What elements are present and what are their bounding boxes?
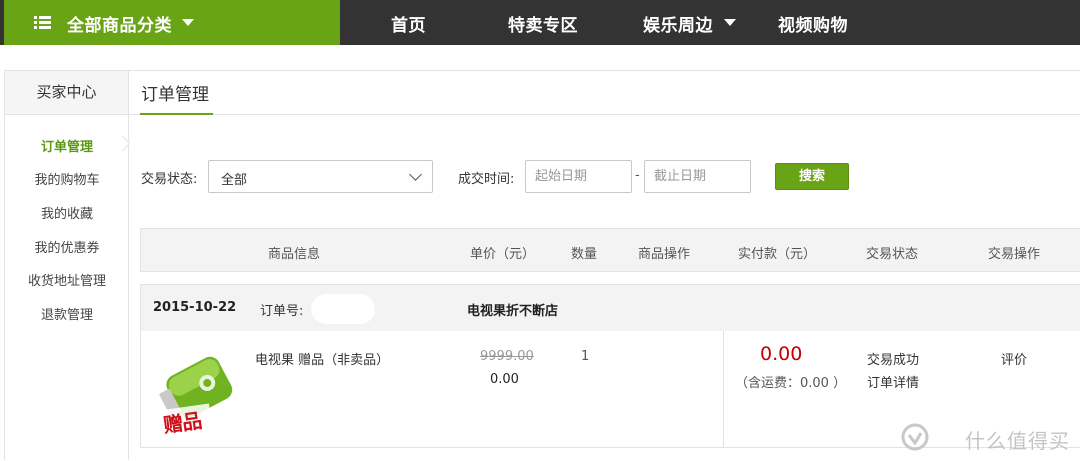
menu-icon	[34, 16, 51, 30]
watermark-text: 什么值得买	[965, 429, 1070, 453]
time-filter-label: 成交时间:	[458, 172, 515, 187]
title-divider	[129, 114, 1080, 115]
sidebar-title: 买家中心	[5, 71, 128, 115]
all-categories-label: 全部商品分类	[67, 16, 172, 36]
chevron-down-icon	[182, 19, 194, 26]
col-trade-actions: 交易操作	[988, 247, 1041, 262]
sidebar-item-addresses[interactable]: 收货地址管理	[5, 270, 129, 289]
product-thumbnail[interactable]: 赠品	[155, 345, 243, 437]
status-filter-label: 交易状态:	[141, 172, 198, 187]
order-management-panel: 订单管理 交易状态: 全部 成交时间: - 搜索 商品信息 单价（元） 数量 商…	[129, 70, 1080, 461]
product-name[interactable]: 电视果 赠品（非卖品）	[255, 349, 389, 368]
order-detail-link[interactable]: 订单详情	[867, 372, 919, 391]
top-nav-bar: 全部商品分类 首页 特卖专区 娱乐周边 视频购物	[0, 0, 1080, 45]
trade-status: 交易成功	[867, 353, 920, 368]
status-select-value: 全部	[221, 173, 248, 188]
chevron-down-icon[interactable]	[724, 19, 736, 26]
sidebar-item-coupons[interactable]: 我的优惠券	[5, 237, 129, 256]
buyer-center-sidebar: 买家中心 订单管理 我的购物车 我的收藏 我的优惠券 收货地址管理 退款管理	[4, 70, 129, 460]
sidebar-item-favorites[interactable]: 我的收藏	[5, 203, 129, 222]
title-underline	[140, 113, 213, 115]
status-select[interactable]: 全部	[208, 160, 433, 193]
gift-stamp: 赠品	[161, 408, 203, 437]
order-number-label: 订单号:	[260, 304, 304, 319]
order-header: 2015-10-22 订单号: 电视果折不断店	[141, 285, 1080, 331]
watermark: 什么值得买	[900, 422, 1070, 453]
column-divider	[723, 331, 724, 448]
page-title: 订单管理	[141, 85, 209, 105]
nav-link-flash-sale[interactable]: 特卖专区	[508, 11, 578, 36]
col-quantity: 数量	[571, 247, 598, 262]
col-trade-status: 交易状态	[866, 247, 919, 262]
order-table-header: 商品信息 单价（元） 数量 商品操作 实付款（元） 交易状态 交易操作	[140, 228, 1080, 272]
shipping-note: （含运费：0.00 ）	[735, 376, 847, 391]
nav-link-entertainment[interactable]: 娱乐周边	[643, 11, 713, 36]
all-categories-button[interactable]: 全部商品分类	[4, 0, 340, 45]
review-button[interactable]: 评价	[1001, 349, 1027, 368]
col-product-actions: 商品操作	[638, 247, 691, 262]
amount-paid: 0.00	[760, 343, 803, 365]
col-product-info: 商品信息	[268, 247, 321, 262]
sidebar-item-refunds[interactable]: 退款管理	[5, 304, 129, 323]
order-number-redacted	[311, 294, 375, 324]
nav-link-home[interactable]: 首页	[391, 11, 426, 36]
sidebar-item-cart[interactable]: 我的购物车	[5, 169, 129, 188]
unit-price: 0.00	[490, 372, 519, 387]
search-button[interactable]: 搜索	[775, 163, 849, 190]
chevron-down-icon	[409, 168, 422, 181]
col-amount-paid: 实付款（元）	[738, 247, 817, 262]
original-price: 9999.00	[480, 349, 534, 364]
value-logo-icon	[901, 423, 929, 451]
date-range-separator: -	[635, 168, 640, 183]
sidebar-item-orders[interactable]: 订单管理	[5, 136, 129, 155]
order-date: 2015-10-22	[153, 300, 237, 315]
start-date-input[interactable]	[525, 160, 632, 193]
nav-link-video-shopping[interactable]: 视频购物	[778, 11, 848, 36]
shop-name[interactable]: 电视果折不断店	[467, 300, 558, 319]
quantity: 1	[581, 349, 590, 364]
end-date-input[interactable]	[644, 160, 751, 193]
col-unit-price: 单价（元）	[470, 247, 536, 262]
